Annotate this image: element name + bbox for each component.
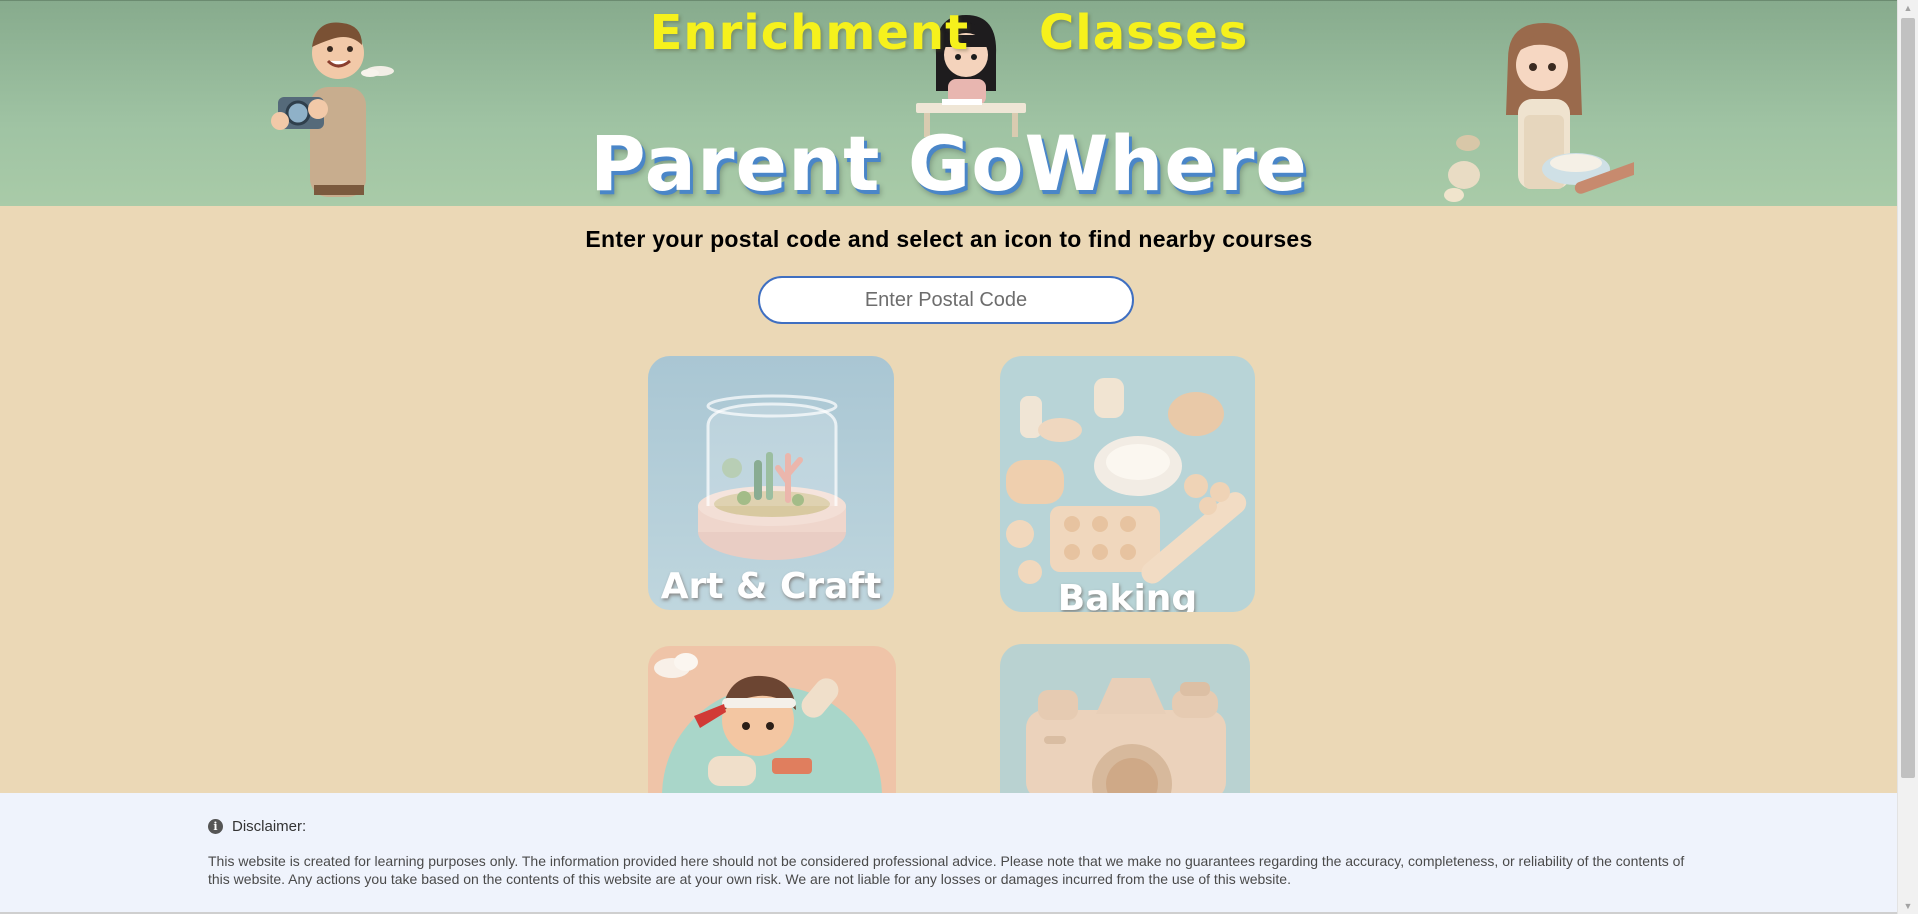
- category-photography[interactable]: [1000, 644, 1250, 793]
- scrollbar-thumb[interactable]: [1901, 18, 1915, 778]
- camera-icon: [1000, 644, 1250, 793]
- title-right: Classes: [1039, 5, 1249, 61]
- baking-icon: [1000, 356, 1255, 612]
- category-art-craft[interactable]: Art & Craft: [648, 356, 894, 610]
- disclaimer-text: This website is created for learning pur…: [208, 853, 1685, 887]
- title-left: Enrichment: [649, 5, 970, 61]
- category-baking[interactable]: Baking: [1000, 356, 1255, 612]
- scroll-up-arrow-icon[interactable]: ▲: [1898, 0, 1918, 16]
- category-martial-arts[interactable]: [648, 646, 896, 793]
- instruction-text: Enter your postal code and select an ico…: [585, 226, 1313, 252]
- martial-arts-icon: [648, 646, 896, 793]
- info-icon: i: [208, 819, 223, 834]
- disclaimer-header: i Disclaimer:: [208, 818, 1692, 835]
- site-name-logo: Parent GoWhere: [590, 119, 1308, 206]
- disclaimer-panel: i Disclaimer: This website is created fo…: [0, 793, 1898, 914]
- art-craft-label: Art & Craft: [660, 566, 882, 607]
- vertical-scrollbar[interactable]: ▲ ▼: [1897, 0, 1918, 914]
- baking-label: Baking: [1057, 578, 1198, 612]
- postal-code-input[interactable]: [758, 276, 1134, 324]
- scroll-down-arrow-icon[interactable]: ▼: [1898, 898, 1918, 914]
- header-banner: Enrichment Classes Parent GoWhere: [0, 0, 1898, 206]
- disclaimer-heading: Disclaimer:: [232, 818, 307, 835]
- enrichment-classes-title: Enrichment Classes: [0, 5, 1898, 61]
